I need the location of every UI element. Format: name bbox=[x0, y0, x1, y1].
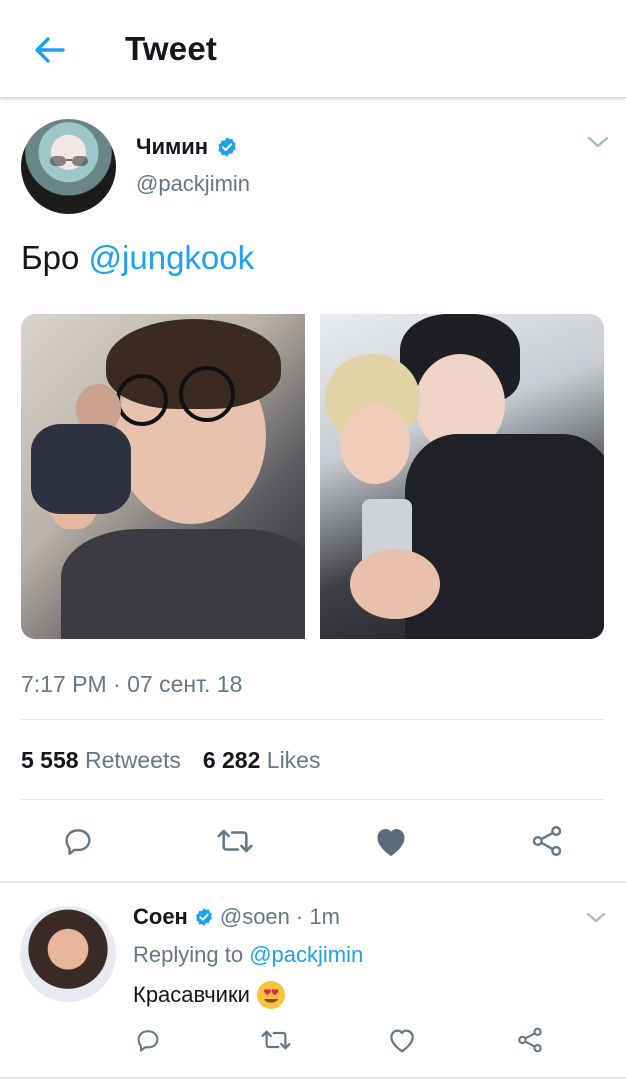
top-app-bar: Tweet bbox=[0, 0, 626, 98]
mention-link[interactable]: @jungkook bbox=[89, 239, 255, 276]
back-button[interactable] bbox=[30, 30, 70, 70]
reply-author-name: Соен bbox=[133, 904, 188, 929]
likes-count: 6 282 bbox=[202, 747, 261, 773]
divider bbox=[21, 719, 605, 720]
tweet-action-bar bbox=[0, 817, 626, 875]
tweet-text-body: Бро bbox=[21, 239, 89, 276]
author-avatar[interactable] bbox=[21, 119, 116, 214]
like-button[interactable] bbox=[367, 817, 415, 865]
reply-like-button[interactable] bbox=[382, 1020, 422, 1060]
heart-icon bbox=[390, 1029, 414, 1053]
retweet-icon bbox=[217, 829, 253, 853]
likes-stat[interactable]: 6 282 Likes bbox=[203, 747, 321, 774]
heart-eyes-emoji-icon bbox=[256, 981, 285, 1009]
retweet-icon bbox=[261, 1030, 291, 1050]
retweets-count: 5 558 bbox=[21, 747, 79, 773]
author-handle[interactable]: @packjimin bbox=[136, 171, 250, 197]
media-grid bbox=[21, 314, 605, 639]
reply-icon bbox=[137, 1030, 159, 1052]
verified-badge-icon bbox=[195, 908, 212, 926]
chevron-down-icon[interactable] bbox=[584, 908, 608, 928]
share-button[interactable] bbox=[523, 817, 571, 865]
divider bbox=[21, 799, 605, 800]
author-name-row[interactable]: Чимин bbox=[136, 134, 238, 160]
chevron-down-icon[interactable] bbox=[584, 131, 612, 153]
reply-time: · 1m bbox=[295, 904, 340, 929]
reply-button[interactable] bbox=[54, 817, 102, 865]
verified-badge-icon bbox=[218, 137, 236, 157]
sunglasses-graphic bbox=[50, 156, 88, 166]
reply-reply-button[interactable] bbox=[128, 1020, 168, 1060]
replying-to-label: Replying to bbox=[133, 942, 250, 967]
tweet-photo-1[interactable] bbox=[21, 314, 305, 639]
page-title: Tweet bbox=[125, 30, 218, 67]
reply-action-bar bbox=[0, 1020, 626, 1060]
tweet-timestamp[interactable]: 7:17 PM · 07 сент. 18 bbox=[21, 671, 242, 698]
reply-retweet-button[interactable] bbox=[256, 1020, 296, 1060]
tweet-photo-2[interactable] bbox=[320, 314, 604, 639]
reply-share-button[interactable] bbox=[510, 1020, 550, 1060]
section-divider bbox=[0, 881, 626, 883]
arrow-left-icon bbox=[35, 37, 65, 63]
engagement-stats: 5 558 Retweets 6 282 Likes bbox=[21, 747, 320, 774]
reply-text: Красавчики bbox=[133, 980, 286, 1010]
share-icon bbox=[532, 826, 562, 856]
likes-label: Likes bbox=[266, 747, 321, 773]
reply-author-avatar[interactable] bbox=[20, 906, 116, 1002]
replying-to-mention[interactable]: @packjimin bbox=[249, 942, 363, 967]
heart-filled-icon bbox=[377, 829, 405, 856]
retweets-label: Retweets bbox=[84, 747, 181, 773]
reply-text-body: Красавчики bbox=[133, 982, 250, 1007]
reply-author-row[interactable]: Соен @soen · 1m bbox=[133, 904, 340, 930]
reply-tweet[interactable]: Соен @soen · 1m Replying to @packjimin К… bbox=[0, 884, 626, 1080]
replying-to: Replying to @packjimin bbox=[133, 942, 363, 968]
reply-author-handle: @soen bbox=[219, 904, 290, 929]
tweet-text: Бро @jungkook bbox=[21, 239, 254, 277]
retweets-stat[interactable]: 5 558 Retweets bbox=[21, 747, 181, 774]
share-icon bbox=[518, 1027, 542, 1053]
bottom-divider bbox=[0, 1077, 626, 1079]
retweet-button[interactable] bbox=[211, 817, 259, 865]
reply-icon bbox=[65, 829, 91, 855]
author-display-name: Чимин bbox=[136, 134, 209, 159]
